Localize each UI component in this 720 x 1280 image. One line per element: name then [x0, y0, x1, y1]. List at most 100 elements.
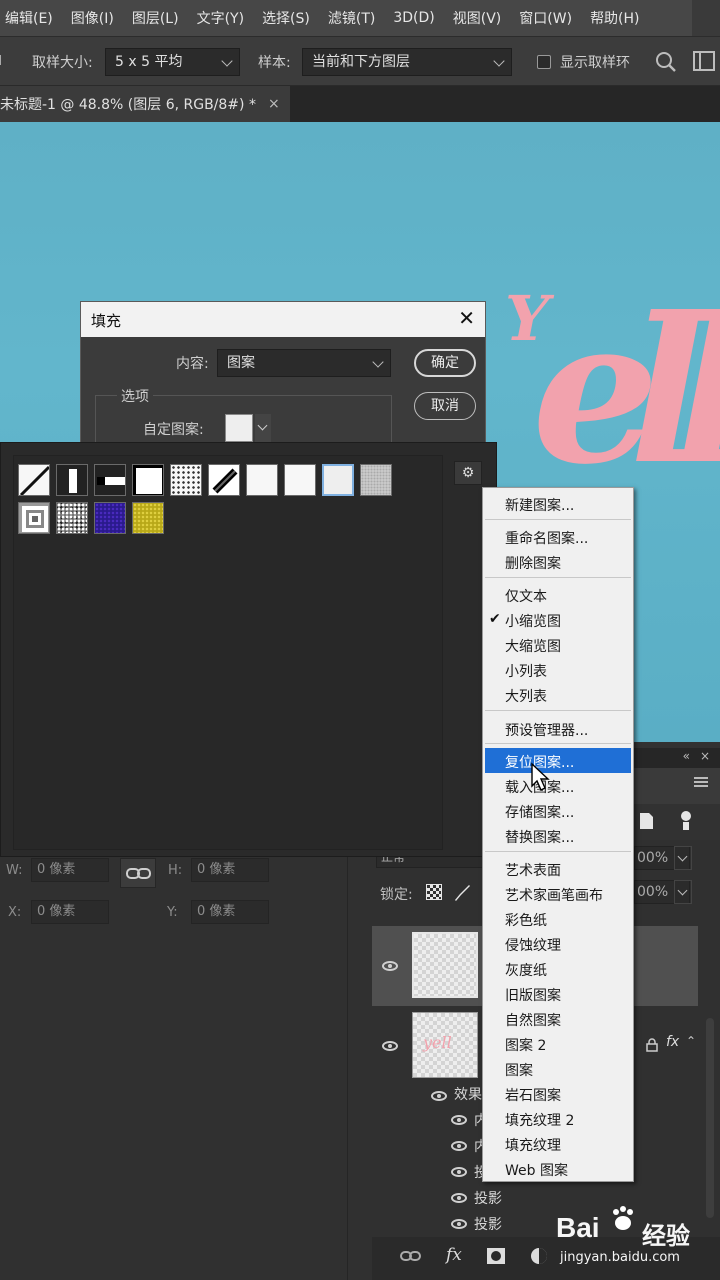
eye-icon[interactable] [451, 1167, 467, 1177]
menu-item-library-11[interactable]: 填充纹理 [505, 1135, 561, 1155]
options-label: 选项 [117, 386, 153, 406]
height-field[interactable]: 0 像素 [191, 858, 269, 882]
pattern-swatch-white-2[interactable] [284, 464, 316, 496]
pattern-dropdown[interactable] [255, 414, 271, 442]
menu-3d[interactable]: 3D(D) [393, 10, 434, 26]
eye-icon[interactable] [451, 1115, 467, 1125]
document-tab[interactable]: 未标题-1 @ 48.8% (图层 6, RGB/8#) * × [0, 86, 290, 122]
pattern-swatch-diagonal-line[interactable] [18, 464, 50, 496]
y-field[interactable]: 0 像素 [191, 900, 269, 924]
menu-item-library-1[interactable]: 艺术家画笔画布 [505, 885, 603, 905]
chevron-down-icon [677, 885, 688, 896]
chevron-up-icon[interactable]: ⌃ [686, 1034, 696, 1048]
menu-type[interactable]: 文字(Y) [197, 8, 244, 28]
eye-icon[interactable] [451, 1219, 467, 1229]
menu-window[interactable]: 窗口(W) [519, 8, 572, 28]
menu-filter[interactable]: 滤镜(T) [328, 8, 375, 28]
eye-icon[interactable] [451, 1141, 467, 1151]
gear-icon[interactable]: ⚙ [454, 461, 482, 485]
close-icon[interactable]: ✕ [458, 306, 475, 330]
menu-layer[interactable]: 图层(L) [132, 8, 179, 28]
show-ring-checkbox[interactable] [537, 55, 551, 69]
lock-transparent-icon[interactable] [426, 884, 442, 900]
content-select[interactable]: 图案 [217, 349, 391, 377]
menu-item-library-6[interactable]: 自然图案 [505, 1010, 561, 1030]
menu-image[interactable]: 图像(I) [71, 8, 114, 28]
eye-icon[interactable] [431, 1091, 447, 1101]
window-controls[interactable] [692, 0, 720, 36]
sample-size-select[interactable]: 5 x 5 平均 [105, 48, 240, 76]
sample-select[interactable]: 当前和下方图层 [302, 48, 512, 76]
pattern-swatch-white-1[interactable] [246, 464, 278, 496]
menu-item-new-pattern[interactable]: 新建图案... [505, 495, 574, 515]
pattern-swatch-gray-noise[interactable] [360, 464, 392, 496]
tool-caret[interactable] [0, 55, 6, 65]
cancel-button[interactable]: 取消 [414, 392, 476, 420]
menu-item-small-list[interactable]: 小列表 [505, 661, 547, 681]
eye-icon[interactable] [382, 961, 398, 971]
smart-object-filter-icon[interactable] [638, 812, 654, 830]
menu-separator [485, 577, 631, 578]
eye-icon[interactable] [451, 1193, 467, 1203]
pattern-swatch-blue-texture[interactable] [94, 502, 126, 534]
menu-view[interactable]: 视图(V) [453, 8, 502, 28]
pattern-swatch-dots[interactable] [170, 464, 202, 496]
lock-paint-icon[interactable] [452, 882, 472, 902]
x-label: X: [8, 905, 22, 920]
pattern-swatch-selected[interactable] [322, 464, 354, 496]
menu-item-library-7[interactable]: 图案 2 [505, 1035, 546, 1055]
pattern-swatch-black-noise[interactable] [56, 502, 88, 534]
search-icon[interactable] [654, 50, 678, 74]
layers-scrollbar[interactable] [706, 1018, 714, 1218]
menu-help[interactable]: 帮助(H) [590, 8, 639, 28]
menu-item-delete-pattern[interactable]: 删除图案 [505, 553, 561, 573]
pattern-swatch-black-frame[interactable] [132, 464, 164, 496]
menu-edit[interactable]: 编辑(E) [5, 8, 53, 28]
link-icon[interactable] [120, 858, 156, 888]
pattern-swatch-yellow-texture[interactable] [132, 502, 164, 534]
filter-toggle-icon[interactable] [678, 810, 694, 832]
pattern-swatch-concentric-squares[interactable] [18, 502, 50, 534]
ok-button[interactable]: 确定 [414, 349, 476, 377]
pattern-preview[interactable] [225, 414, 253, 442]
menu-item-text-only[interactable]: 仅文本 [505, 586, 547, 606]
fill-dropdown[interactable] [674, 880, 692, 904]
pattern-options-menu: 新建图案... 重命名图案... 删除图案 仅文本 ✔ 小缩览图 大缩览图 小列… [482, 487, 634, 1182]
opacity-dropdown[interactable] [674, 846, 692, 870]
menu-item-library-0[interactable]: 艺术表面 [505, 860, 561, 880]
x-field[interactable]: 0 像素 [31, 900, 109, 924]
menu-item-library-8[interactable]: 图案 [505, 1060, 533, 1080]
panel-menu-icon[interactable] [694, 776, 708, 788]
chevron-down-icon [677, 851, 688, 862]
pattern-swatch-diagonal-stroke[interactable] [208, 464, 240, 496]
menu-item-save-patterns[interactable]: 存储图案... [505, 802, 574, 822]
menu-item-library-12[interactable]: Web 图案 [505, 1160, 568, 1180]
add-mask-icon[interactable] [486, 1247, 506, 1265]
menu-item-library-9[interactable]: 岩石图案 [505, 1085, 561, 1105]
close-icon[interactable]: × [700, 749, 710, 763]
menu-item-library-5[interactable]: 旧版图案 [505, 985, 561, 1005]
content-value: 图案 [227, 355, 255, 371]
menu-item-library-2[interactable]: 彩色纸 [505, 910, 547, 930]
menu-item-library-10[interactable]: 填充纹理 2 [505, 1110, 574, 1130]
menu-item-library-4[interactable]: 灰度纸 [505, 960, 547, 980]
properties-panel: W: 0 像素 H: 0 像素 X: 0 像素 Y: 0 像素 [0, 857, 372, 1280]
menu-item-preset-manager[interactable]: 预设管理器... [505, 720, 588, 740]
collapse-icon[interactable]: « [683, 749, 690, 763]
menu-select[interactable]: 选择(S) [262, 8, 310, 28]
add-style-icon[interactable]: fx [446, 1245, 462, 1265]
adjustment-layer-icon[interactable] [530, 1247, 548, 1265]
pattern-swatch-horizontal-bar[interactable] [94, 464, 126, 496]
link-layers-icon[interactable] [400, 1249, 422, 1263]
eye-icon[interactable] [382, 1041, 398, 1051]
menu-item-large-list[interactable]: 大列表 [505, 686, 547, 706]
width-field[interactable]: 0 像素 [31, 858, 109, 882]
menu-item-small-thumbnail[interactable]: 小缩览图 [505, 611, 561, 631]
workspace-icon[interactable] [692, 50, 716, 72]
close-icon[interactable]: × [268, 96, 280, 112]
menu-item-large-thumbnail[interactable]: 大缩览图 [505, 636, 561, 656]
pattern-swatch-vertical-bar[interactable] [56, 464, 88, 496]
menu-item-replace-patterns[interactable]: 替换图案... [505, 827, 574, 847]
menu-item-library-3[interactable]: 侵蚀纹理 [505, 935, 561, 955]
menu-item-rename-pattern[interactable]: 重命名图案... [505, 528, 588, 548]
